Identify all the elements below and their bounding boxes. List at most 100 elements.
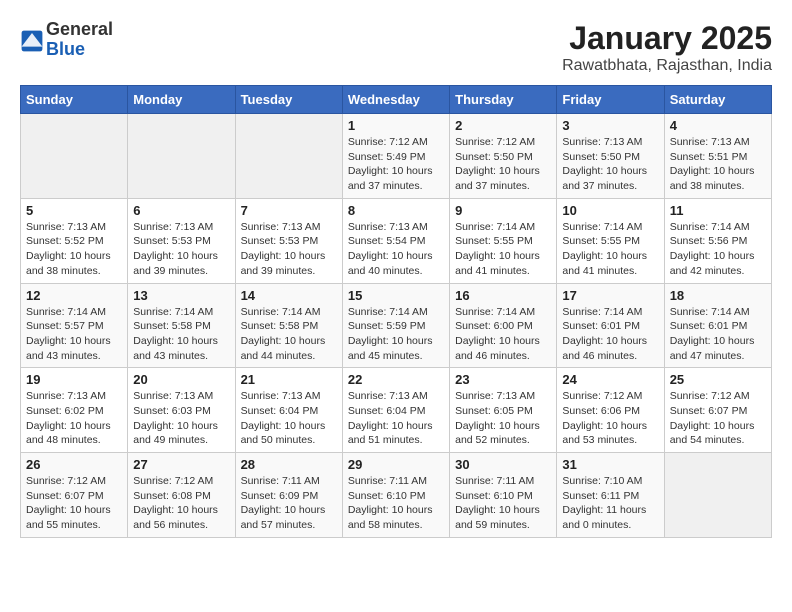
calendar-cell: 10Sunrise: 7:14 AM Sunset: 5:55 PM Dayli… bbox=[557, 198, 664, 283]
weekday-header-friday: Friday bbox=[557, 86, 664, 114]
day-number: 16 bbox=[455, 288, 551, 303]
weekday-header-monday: Monday bbox=[128, 86, 235, 114]
calendar-body: 1 Sunrise: 7:12 AM Sunset: 5:49 PM Daylig… bbox=[21, 114, 772, 538]
day-number: 29 bbox=[348, 457, 444, 472]
weekday-header-wednesday: Wednesday bbox=[342, 86, 449, 114]
day-info: Sunrise: 7:11 AM Sunset: 6:09 PM Dayligh… bbox=[241, 474, 337, 533]
calendar-cell: 23 Sunrise: 7:13 AM Sunset: 6:05 PM Dayli… bbox=[450, 368, 557, 453]
day-info: Sunrise: 7:14 AM Sunset: 5:57 PM Dayligh… bbox=[26, 305, 122, 364]
day-number: 4 bbox=[670, 118, 766, 133]
calendar-cell: 19Sunrise: 7:13 AM Sunset: 6:02 PM Dayli… bbox=[21, 368, 128, 453]
weekday-header-sunday: Sunday bbox=[21, 86, 128, 114]
day-number: 18 bbox=[670, 288, 766, 303]
day-info: Sunrise: 7:11 AM Sunset: 6:10 PM Dayligh… bbox=[348, 474, 444, 533]
calendar-cell: 14 Sunrise: 7:14 AM Sunset: 5:58 PM Dayli… bbox=[235, 283, 342, 368]
day-number: 15 bbox=[348, 288, 444, 303]
calendar-cell: 26 Sunrise: 7:12 AM Sunset: 6:07 PM Dayli… bbox=[21, 453, 128, 538]
day-info: Sunrise: 7:14 AM Sunset: 5:55 PM Dayligh… bbox=[562, 220, 658, 279]
day-number: 28 bbox=[241, 457, 337, 472]
logo-text: General Blue bbox=[46, 20, 113, 60]
day-number: 25 bbox=[670, 372, 766, 387]
calendar-cell: 13Sunrise: 7:14 AM Sunset: 5:58 PM Dayli… bbox=[128, 283, 235, 368]
week-row-5: 26 Sunrise: 7:12 AM Sunset: 6:07 PM Dayli… bbox=[21, 453, 772, 538]
day-info: Sunrise: 7:12 AM Sunset: 6:07 PM Dayligh… bbox=[670, 389, 766, 448]
calendar-cell: 7Sunrise: 7:13 AM Sunset: 5:53 PM Daylig… bbox=[235, 198, 342, 283]
calendar-cell: 27 Sunrise: 7:12 AM Sunset: 6:08 PM Dayli… bbox=[128, 453, 235, 538]
day-info: Sunrise: 7:14 AM Sunset: 5:58 PM Dayligh… bbox=[241, 305, 337, 364]
calendar-cell bbox=[664, 453, 771, 538]
calendar-cell: 17 Sunrise: 7:14 AM Sunset: 6:01 PM Dayli… bbox=[557, 283, 664, 368]
day-number: 1 bbox=[348, 118, 444, 133]
day-info: Sunrise: 7:14 AM Sunset: 5:59 PM Dayligh… bbox=[348, 305, 444, 364]
logo-blue: Blue bbox=[46, 40, 113, 60]
day-info: Sunrise: 7:14 AM Sunset: 6:00 PM Dayligh… bbox=[455, 305, 551, 364]
calendar-cell: 1 Sunrise: 7:12 AM Sunset: 5:49 PM Daylig… bbox=[342, 114, 449, 199]
day-info: Sunrise: 7:12 AM Sunset: 6:08 PM Dayligh… bbox=[133, 474, 229, 533]
day-info: Sunrise: 7:11 AM Sunset: 6:10 PM Dayligh… bbox=[455, 474, 551, 533]
calendar-cell: 16 Sunrise: 7:14 AM Sunset: 6:00 PM Dayli… bbox=[450, 283, 557, 368]
day-number: 19 bbox=[26, 372, 122, 387]
calendar-cell: 6Sunrise: 7:13 AM Sunset: 5:53 PM Daylig… bbox=[128, 198, 235, 283]
day-number: 27 bbox=[133, 457, 229, 472]
day-info: Sunrise: 7:13 AM Sunset: 6:05 PM Dayligh… bbox=[455, 389, 551, 448]
weekday-header-thursday: Thursday bbox=[450, 86, 557, 114]
calendar-header: SundayMondayTuesdayWednesdayThursdayFrid… bbox=[21, 86, 772, 114]
day-number: 23 bbox=[455, 372, 551, 387]
day-number: 6 bbox=[133, 203, 229, 218]
calendar-cell bbox=[128, 114, 235, 199]
day-number: 8 bbox=[348, 203, 444, 218]
day-number: 31 bbox=[562, 457, 658, 472]
calendar-cell: 22Sunrise: 7:13 AM Sunset: 6:04 PM Dayli… bbox=[342, 368, 449, 453]
day-number: 26 bbox=[26, 457, 122, 472]
calendar-cell bbox=[21, 114, 128, 199]
day-number: 7 bbox=[241, 203, 337, 218]
day-info: Sunrise: 7:14 AM Sunset: 5:58 PM Dayligh… bbox=[133, 305, 229, 364]
calendar-cell: 5Sunrise: 7:13 AM Sunset: 5:52 PM Daylig… bbox=[21, 198, 128, 283]
calendar-title: January 2025 bbox=[562, 20, 772, 57]
page-header: General Blue January 2025 Rawatbhata, Ra… bbox=[20, 20, 772, 75]
day-info: Sunrise: 7:13 AM Sunset: 5:51 PM Dayligh… bbox=[670, 135, 766, 194]
calendar-cell: 3 Sunrise: 7:13 AM Sunset: 5:50 PM Daylig… bbox=[557, 114, 664, 199]
week-row-1: 1 Sunrise: 7:12 AM Sunset: 5:49 PM Daylig… bbox=[21, 114, 772, 199]
day-info: Sunrise: 7:12 AM Sunset: 6:07 PM Dayligh… bbox=[26, 474, 122, 533]
day-info: Sunrise: 7:13 AM Sunset: 5:50 PM Dayligh… bbox=[562, 135, 658, 194]
logo-general: General bbox=[46, 20, 113, 40]
day-number: 21 bbox=[241, 372, 337, 387]
day-info: Sunrise: 7:13 AM Sunset: 5:54 PM Dayligh… bbox=[348, 220, 444, 279]
day-info: Sunrise: 7:13 AM Sunset: 6:04 PM Dayligh… bbox=[241, 389, 337, 448]
day-info: Sunrise: 7:13 AM Sunset: 6:03 PM Dayligh… bbox=[133, 389, 229, 448]
calendar-cell: 28 Sunrise: 7:11 AM Sunset: 6:09 PM Dayli… bbox=[235, 453, 342, 538]
day-number: 24 bbox=[562, 372, 658, 387]
title-block: January 2025 Rawatbhata, Rajasthan, Indi… bbox=[562, 20, 772, 75]
logo-icon bbox=[20, 29, 44, 53]
calendar-cell: 9 Sunrise: 7:14 AM Sunset: 5:55 PM Daylig… bbox=[450, 198, 557, 283]
logo: General Blue bbox=[20, 20, 113, 60]
calendar-cell: 15 Sunrise: 7:14 AM Sunset: 5:59 PM Dayli… bbox=[342, 283, 449, 368]
day-number: 3 bbox=[562, 118, 658, 133]
day-number: 14 bbox=[241, 288, 337, 303]
day-number: 9 bbox=[455, 203, 551, 218]
calendar-cell: 25 Sunrise: 7:12 AM Sunset: 6:07 PM Dayli… bbox=[664, 368, 771, 453]
week-row-4: 19Sunrise: 7:13 AM Sunset: 6:02 PM Dayli… bbox=[21, 368, 772, 453]
day-info: Sunrise: 7:14 AM Sunset: 6:01 PM Dayligh… bbox=[562, 305, 658, 364]
day-number: 11 bbox=[670, 203, 766, 218]
calendar-cell: 8 Sunrise: 7:13 AM Sunset: 5:54 PM Daylig… bbox=[342, 198, 449, 283]
day-number: 5 bbox=[26, 203, 122, 218]
calendar-cell: 20Sunrise: 7:13 AM Sunset: 6:03 PM Dayli… bbox=[128, 368, 235, 453]
calendar-cell: 11 Sunrise: 7:14 AM Sunset: 5:56 PM Dayli… bbox=[664, 198, 771, 283]
day-number: 17 bbox=[562, 288, 658, 303]
day-info: Sunrise: 7:14 AM Sunset: 5:55 PM Dayligh… bbox=[455, 220, 551, 279]
calendar-table: SundayMondayTuesdayWednesdayThursdayFrid… bbox=[20, 85, 772, 538]
calendar-cell: 24Sunrise: 7:12 AM Sunset: 6:06 PM Dayli… bbox=[557, 368, 664, 453]
calendar-cell: 21 Sunrise: 7:13 AM Sunset: 6:04 PM Dayli… bbox=[235, 368, 342, 453]
day-info: Sunrise: 7:14 AM Sunset: 5:56 PM Dayligh… bbox=[670, 220, 766, 279]
day-info: Sunrise: 7:14 AM Sunset: 6:01 PM Dayligh… bbox=[670, 305, 766, 364]
day-info: Sunrise: 7:10 AM Sunset: 6:11 PM Dayligh… bbox=[562, 474, 658, 533]
day-info: Sunrise: 7:12 AM Sunset: 5:49 PM Dayligh… bbox=[348, 135, 444, 194]
calendar-cell: 12Sunrise: 7:14 AM Sunset: 5:57 PM Dayli… bbox=[21, 283, 128, 368]
weekday-header-tuesday: Tuesday bbox=[235, 86, 342, 114]
calendar-cell: 4 Sunrise: 7:13 AM Sunset: 5:51 PM Daylig… bbox=[664, 114, 771, 199]
day-number: 2 bbox=[455, 118, 551, 133]
day-number: 22 bbox=[348, 372, 444, 387]
calendar-cell: 29 Sunrise: 7:11 AM Sunset: 6:10 PM Dayli… bbox=[342, 453, 449, 538]
